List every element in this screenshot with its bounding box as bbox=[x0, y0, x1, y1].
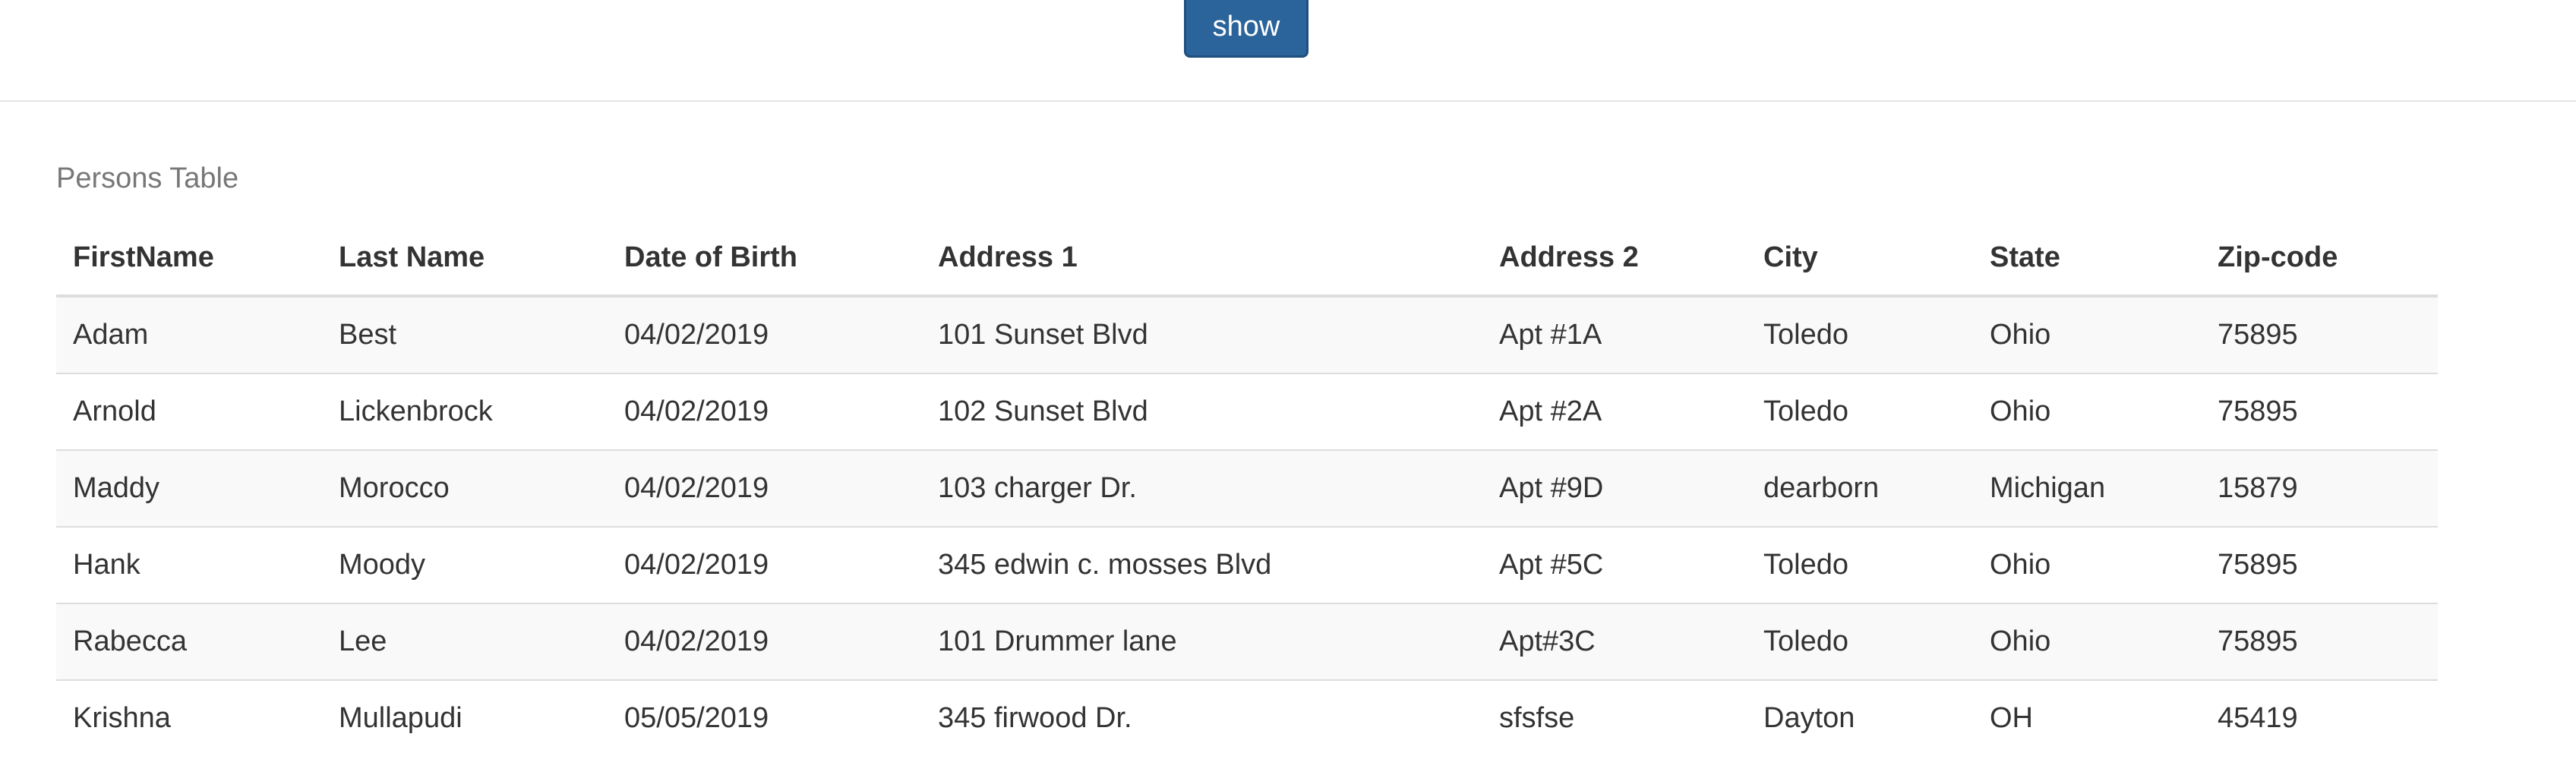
top-toolbar: show bbox=[0, 0, 2576, 102]
cell-city: Toledo bbox=[1747, 526, 1973, 603]
header-date-of-birth: Date of Birth bbox=[608, 220, 921, 298]
header-firstname: FirstName bbox=[56, 220, 322, 298]
cell-firstname: Adam bbox=[56, 295, 322, 373]
cell-date-of-birth: 04/02/2019 bbox=[608, 449, 921, 527]
cell-city: dearborn bbox=[1747, 449, 1973, 527]
table-row: Rabecca Lee 04/02/2019 101 Drummer lane … bbox=[56, 603, 2438, 680]
cell-city: Toledo bbox=[1747, 603, 1973, 680]
persons-table: FirstName Last Name Date of Birth Addres… bbox=[56, 220, 2438, 756]
cell-address-2: sfsfse bbox=[1482, 679, 1747, 756]
cell-city: Toledo bbox=[1747, 295, 1973, 373]
table-row: Maddy Morocco 04/02/2019 103 charger Dr.… bbox=[56, 449, 2438, 527]
cell-state: Ohio bbox=[1973, 526, 2201, 603]
cell-address-1: 103 charger Dr. bbox=[921, 449, 1482, 527]
cell-last-name: Morocco bbox=[322, 449, 608, 527]
cell-firstname: Hank bbox=[56, 526, 322, 603]
cell-zip-code: 15879 bbox=[2201, 449, 2438, 527]
cell-zip-code: 75895 bbox=[2201, 295, 2438, 373]
cell-firstname: Krishna bbox=[56, 679, 322, 756]
cell-address-1: 102 Sunset Blvd bbox=[921, 373, 1482, 450]
cell-last-name: Mullapudi bbox=[322, 679, 608, 756]
header-address-1: Address 1 bbox=[921, 220, 1482, 298]
cell-address-2: Apt #2A bbox=[1482, 373, 1747, 450]
cell-date-of-birth: 04/02/2019 bbox=[608, 603, 921, 680]
cell-city: Dayton bbox=[1747, 679, 1973, 756]
cell-address-1: 345 edwin c. mosses Blvd bbox=[921, 526, 1482, 603]
cell-firstname: Maddy bbox=[56, 449, 322, 527]
table-row: Krishna Mullapudi 05/05/2019 345 firwood… bbox=[56, 679, 2438, 756]
cell-city: Toledo bbox=[1747, 373, 1973, 450]
cell-address-2: Apt #1A bbox=[1482, 295, 1747, 373]
cell-state: Ohio bbox=[1973, 373, 2201, 450]
cell-firstname: Arnold bbox=[56, 373, 322, 450]
cell-zip-code: 45419 bbox=[2201, 679, 2438, 756]
cell-state: OH bbox=[1973, 679, 2201, 756]
cell-address-2: Apt #9D bbox=[1482, 449, 1747, 527]
cell-address-2: Apt#3C bbox=[1482, 603, 1747, 680]
cell-address-1: 345 firwood Dr. bbox=[921, 679, 1482, 756]
cell-date-of-birth: 05/05/2019 bbox=[608, 679, 921, 756]
cell-address-1: 101 Sunset Blvd bbox=[921, 295, 1482, 373]
cell-last-name: Lee bbox=[322, 603, 608, 680]
cell-zip-code: 75895 bbox=[2201, 526, 2438, 603]
cell-state: Michigan bbox=[1973, 449, 2201, 527]
cell-zip-code: 75895 bbox=[2201, 373, 2438, 450]
cell-address-1: 101 Drummer lane bbox=[921, 603, 1482, 680]
cell-date-of-birth: 04/02/2019 bbox=[608, 526, 921, 603]
cell-last-name: Moody bbox=[322, 526, 608, 603]
cell-state: Ohio bbox=[1973, 603, 2201, 680]
cell-date-of-birth: 04/02/2019 bbox=[608, 295, 921, 373]
header-city: City bbox=[1747, 220, 1973, 298]
table-header-row: FirstName Last Name Date of Birth Addres… bbox=[56, 220, 2438, 298]
cell-state: Ohio bbox=[1973, 295, 2201, 373]
table-row: Arnold Lickenbrock 04/02/2019 102 Sunset… bbox=[56, 373, 2438, 450]
cell-last-name: Lickenbrock bbox=[322, 373, 608, 450]
table-row: Hank Moody 04/02/2019 345 edwin c. mosse… bbox=[56, 526, 2438, 603]
table-row: Adam Best 04/02/2019 101 Sunset Blvd Apt… bbox=[56, 295, 2438, 373]
cell-date-of-birth: 04/02/2019 bbox=[608, 373, 921, 450]
header-state: State bbox=[1973, 220, 2201, 298]
header-zip-code: Zip-code bbox=[2201, 220, 2438, 298]
header-last-name: Last Name bbox=[322, 220, 608, 298]
header-address-2: Address 2 bbox=[1482, 220, 1747, 298]
cell-address-2: Apt #5C bbox=[1482, 526, 1747, 603]
cell-zip-code: 75895 bbox=[2201, 603, 2438, 680]
show-button[interactable]: show bbox=[1184, 0, 1309, 58]
cell-last-name: Best bbox=[322, 295, 608, 373]
table-caption: Persons Table bbox=[56, 162, 239, 194]
cell-firstname: Rabecca bbox=[56, 603, 322, 680]
